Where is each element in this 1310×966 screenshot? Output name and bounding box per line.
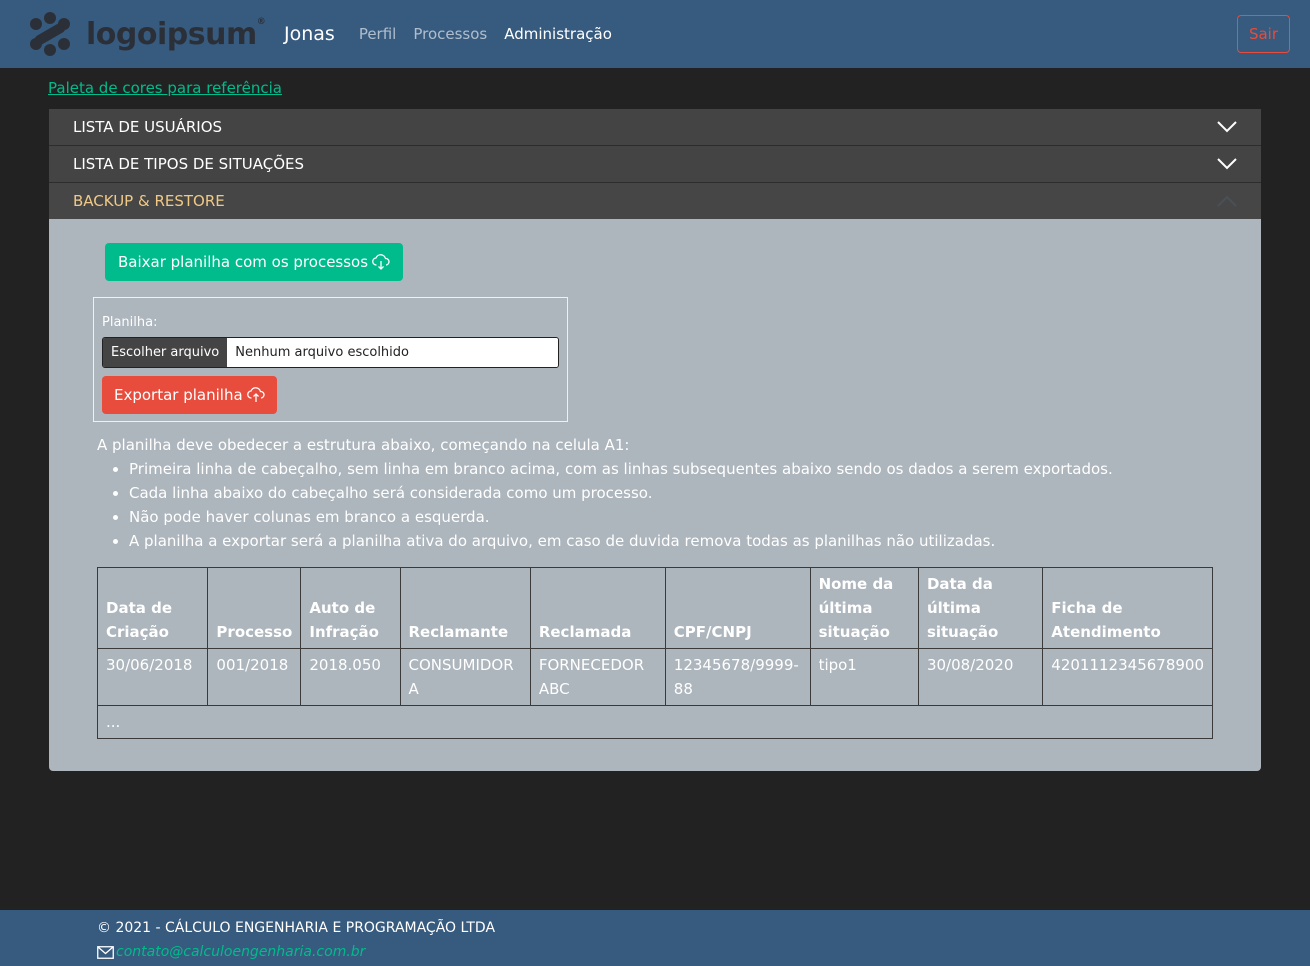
accordion-title: BACKUP & RESTORE	[73, 192, 225, 210]
cloud-upload-icon	[246, 387, 265, 402]
cloud-download-icon	[372, 254, 390, 270]
table-row: ...	[97, 705, 1213, 739]
accordion-header-backup[interactable]: BACKUP & RESTORE	[49, 183, 1261, 219]
admin-accordion: LISTA DE USUÁRIOS LISTA DE TIPOS DE SITU…	[49, 109, 1261, 771]
table-cell: tipo1	[809, 648, 919, 706]
logo-icon	[30, 12, 70, 56]
table-cell: 4201112345678900	[1042, 648, 1213, 706]
nav-link-perfil[interactable]: Perfil	[359, 25, 397, 43]
column-header: Data de Criação	[96, 567, 209, 649]
table-header-row: Data de Criação Processo Auto de Infraçã…	[96, 567, 1213, 649]
file-input[interactable]: Escolher arquivo Nenhum arquivo escolhid…	[102, 337, 559, 368]
download-button-label: Baixar planilha com os processos	[118, 253, 369, 271]
file-name-display: Nenhum arquivo escolhido	[227, 338, 558, 367]
rules-list: Primeira linha de cabeçalho, sem linha e…	[129, 457, 1113, 553]
structure-table: Data de Criação Processo Auto de Infraçã…	[96, 567, 1213, 739]
accordion-header-users[interactable]: LISTA DE USUÁRIOS	[49, 109, 1261, 146]
column-header: Data da última situação	[917, 567, 1044, 649]
accordion-title: LISTA DE TIPOS DE SITUAÇÕES	[73, 155, 305, 173]
logo[interactable]: logoipsum®	[26, 10, 276, 58]
footer: © 2021 - CÁLCULO ENGENHARIA E PROGRAMAÇÃ…	[0, 910, 1310, 966]
table-cell: CONSUMIDOR A	[399, 648, 531, 706]
navbar: logoipsum® Jonas Perfil Processos Admini…	[0, 0, 1310, 68]
choose-file-button[interactable]: Escolher arquivo	[103, 338, 228, 367]
column-header: CPF/CNPJ	[664, 567, 811, 649]
list-item: Cada linha abaixo do cabeçalho será cons…	[129, 481, 1113, 505]
column-header: Auto de Infração	[300, 567, 401, 649]
contact-row: contato@calculoengenharia.com.br	[97, 940, 1310, 964]
column-header: Ficha de Atendimento	[1042, 567, 1213, 649]
chevron-down-icon	[1217, 158, 1237, 170]
column-header: Reclamante	[399, 567, 531, 649]
upload-form: Planilha: Escolher arquivo Nenhum arquiv…	[93, 297, 568, 422]
download-spreadsheet-button[interactable]: Baixar planilha com os processos	[105, 243, 404, 281]
table-cell: 001/2018	[207, 648, 302, 706]
export-button-label: Exportar planilha	[114, 386, 243, 404]
accordion-header-situation-types[interactable]: LISTA DE TIPOS DE SITUAÇÕES	[49, 146, 1261, 183]
table-cell: 12345678/9999-88	[664, 648, 811, 706]
list-item: A planilha a exportar será a planilha at…	[129, 529, 1113, 553]
nav-link-processos[interactable]: Processos	[413, 25, 487, 43]
copyright-text: © 2021 - CÁLCULO ENGENHARIA E PROGRAMAÇÃ…	[97, 920, 496, 936]
ellipsis-cell: ...	[97, 705, 1213, 739]
contact-email-link[interactable]: contato@calculoengenharia.com.br	[116, 940, 365, 964]
instructions: A planilha deve obedecer a estrutura aba…	[97, 433, 1113, 553]
logo-text: logoipsum®	[86, 16, 266, 52]
backup-panel: Baixar planilha com os processos Planilh…	[49, 219, 1261, 771]
column-header: Processo	[207, 567, 302, 649]
user-name: Jonas	[284, 23, 335, 45]
export-spreadsheet-button[interactable]: Exportar planilha	[102, 376, 277, 414]
palette-reference-link[interactable]: Paleta de cores para referência	[48, 79, 282, 97]
column-header: Reclamada	[529, 567, 666, 649]
chevron-up-icon	[1217, 195, 1237, 207]
column-header: Nome da última situação	[809, 567, 919, 649]
table-row: 30/06/2018 001/2018 2018.050 CONSUMIDOR …	[96, 648, 1213, 706]
list-item: Primeira linha de cabeçalho, sem linha e…	[129, 457, 1113, 481]
spreadsheet-label: Planilha:	[102, 315, 158, 330]
logout-button[interactable]: Sair	[1237, 15, 1290, 53]
list-item: Não pode haver colunas em branco a esque…	[129, 505, 1113, 529]
instructions-intro: A planilha deve obedecer a estrutura aba…	[97, 436, 630, 454]
envelope-icon	[97, 945, 114, 959]
nav-link-administracao[interactable]: Administração	[504, 25, 612, 43]
chevron-down-icon	[1217, 121, 1237, 133]
table-cell: 2018.050	[300, 648, 401, 706]
accordion-title: LISTA DE USUÁRIOS	[73, 118, 223, 136]
table-cell: FORNECEDOR ABC	[529, 648, 666, 706]
table-cell: 30/06/2018	[96, 648, 209, 706]
table-cell: 30/08/2020	[917, 648, 1044, 706]
